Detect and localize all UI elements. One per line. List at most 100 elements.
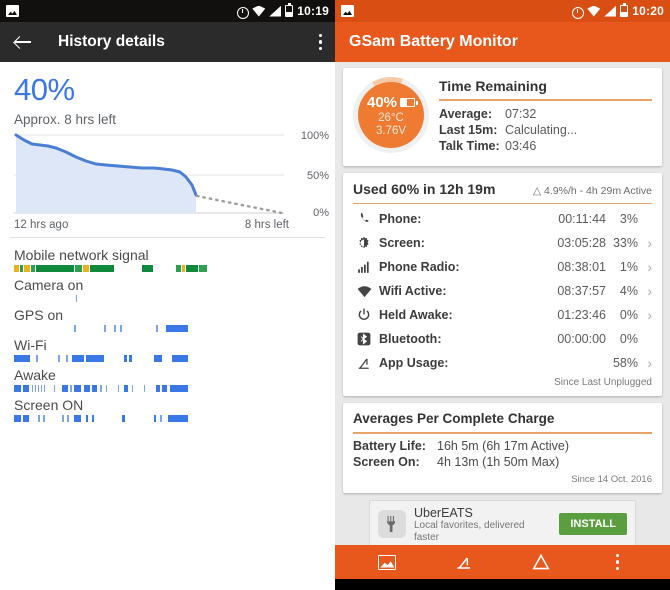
row-value: Calculating...	[505, 122, 578, 137]
divider	[353, 202, 652, 205]
timeline-label-gps-on: GPS on	[14, 307, 64, 323]
usage-row-phone[interactable]: Phone: 00:11:44 3%	[353, 207, 652, 231]
chevron-right-icon[interactable]: ›	[638, 259, 652, 275]
phone-icon	[353, 212, 375, 226]
timeline-label-camera-on: Camera on	[14, 277, 84, 293]
y-tick-100: 100%	[300, 130, 329, 142]
timeline-track-awake	[14, 385, 188, 392]
row-time: 08:37:57	[557, 284, 606, 299]
battery-history-chart: 100% 50% 0% 12 hrs ago 8 hrs left	[0, 130, 335, 231]
more-options-icon[interactable]	[319, 33, 323, 51]
more-options-icon[interactable]	[608, 553, 628, 571]
usage-row-bluetooth[interactable]: Bluetooth: 00:00:00 0%	[353, 327, 652, 351]
chevron-right-icon[interactable]: ›	[638, 283, 652, 299]
wifi-icon	[587, 5, 601, 17]
battery-monitor-body: 40% 26°C 3.76V Time Remaining Average: 0…	[335, 62, 670, 545]
brightness-icon	[353, 236, 375, 250]
chevron-right-icon[interactable]: ›	[638, 307, 652, 323]
usage-row-phone-radio[interactable]: Phone Radio: 08:38:01 1% ›	[353, 255, 652, 279]
battery-percent: 40%	[14, 72, 75, 107]
averages-row: Screen On: 4h 13m (1h 50m Max)	[353, 455, 652, 469]
time-remaining-details: Time Remaining Average: 07:32 Last 15m: …	[439, 77, 652, 155]
wifi-icon	[353, 285, 375, 298]
back-arrow-icon[interactable]	[12, 31, 34, 53]
usage-card: Used 60% in 12h 19m △ 4.9%/h - 4h 29m Ac…	[343, 172, 662, 397]
right-status-bar: 10:20	[335, 0, 670, 22]
page-title: History details	[58, 33, 165, 50]
row-key: Talk Time:	[439, 138, 500, 153]
row-percent: 3%	[619, 212, 638, 227]
row-name: Screen:	[379, 236, 425, 251]
status-system-icons: 10:19	[236, 3, 329, 19]
row-value: 07:32	[505, 106, 537, 121]
chart-icon	[353, 356, 375, 370]
divider	[353, 432, 652, 434]
timeline-track-camera-on	[14, 295, 186, 302]
row-key: Average:	[439, 106, 493, 121]
chart-y-axis: 100% 50% 0%	[293, 130, 329, 219]
right-navigation-bar	[335, 579, 670, 590]
ad-title: UberEATS	[414, 505, 473, 520]
row-name: Bluetooth:	[379, 332, 442, 347]
row-name: App Usage:	[379, 356, 449, 371]
battery-icon	[400, 97, 418, 107]
usage-row-app-usage[interactable]: App Usage: 58% ›	[353, 351, 652, 375]
delta-icon[interactable]	[531, 553, 551, 571]
timeline-track-screen-on	[14, 415, 188, 422]
status-clock: 10:20	[632, 4, 664, 18]
timeline-track-wifi	[14, 355, 188, 362]
dual-screenshot: 10:19 History details 40% Approx. 8 hrs …	[0, 0, 670, 590]
time-remaining-card[interactable]: 40% 26°C 3.76V Time Remaining Average: 0…	[343, 68, 662, 166]
timeline-track-mobile-signal	[14, 265, 207, 272]
battery-icon	[620, 3, 629, 17]
chevron-right-icon[interactable]: ›	[638, 355, 652, 371]
timeline-label-screen-on: Screen ON	[14, 397, 84, 413]
averages-footer: Since 14 Oct. 2016	[571, 473, 652, 485]
chevron-right-icon[interactable]: ›	[638, 235, 652, 251]
time-remaining-row: Talk Time: 03:46	[439, 139, 652, 153]
usage-row-held-awake[interactable]: Held Awake: 01:23:46 0% ›	[353, 303, 652, 327]
y-tick-0: 0%	[313, 207, 329, 219]
chart-icon[interactable]	[454, 553, 474, 571]
battery-icon	[285, 3, 294, 17]
row-key: Last 15m:	[439, 122, 498, 137]
row-value: 4h 13m (1h 50m Max)	[437, 454, 560, 469]
alarm-icon	[571, 5, 585, 19]
x-tick-end: 8 hrs left	[244, 219, 289, 231]
alarm-icon	[236, 5, 250, 19]
signal-icon	[269, 5, 282, 17]
row-percent: 1%	[619, 260, 638, 275]
screenshot-icon	[6, 5, 19, 17]
chart-x-axis: 12 hrs ago 8 hrs left	[14, 219, 289, 231]
row-name: Phone Radio:	[379, 260, 460, 275]
usage-row-screen[interactable]: Screen: 03:05:28 33% ›	[353, 231, 652, 255]
row-time: 01:23:46	[557, 308, 606, 323]
gauge-voltage: 3.76V	[375, 124, 407, 137]
row-key: Battery Life:	[353, 438, 426, 453]
fork-icon	[378, 510, 406, 539]
history-details-body: 40% Approx. 8 hrs left 100% 50% 0% 12 hr…	[0, 62, 335, 590]
gauge-percent: 40%	[366, 93, 398, 111]
usage-row-wifi-active[interactable]: Wifi Active: 08:37:57 4% ›	[353, 279, 652, 303]
timeline-label-wifi: Wi-Fi	[14, 337, 47, 353]
time-remaining-row: Average: 07:32	[439, 107, 652, 121]
left-phone-screen: 10:19 History details 40% Approx. 8 hrs …	[0, 0, 335, 590]
row-value: 16h 5m (6h 17m Active)	[437, 438, 570, 453]
ad-banner[interactable]: UberEATS Local favorites, delivered fast…	[369, 499, 636, 545]
battery-gauge: 40% 26°C 3.76V	[353, 77, 429, 153]
usage-delta: △ 4.9%/h - 4h 29m Active	[533, 184, 652, 197]
status-clock: 10:19	[297, 4, 329, 18]
battery-approx-text: Approx. 8 hrs left	[14, 112, 117, 127]
row-name: Wifi Active:	[379, 284, 447, 299]
image-icon[interactable]	[377, 553, 397, 571]
signal-icon	[604, 5, 617, 17]
wifi-icon	[252, 5, 266, 17]
install-button[interactable]: INSTALL	[559, 513, 627, 536]
row-percent: 58%	[612, 356, 638, 371]
row-name: Held Awake:	[379, 308, 453, 323]
gauge-temperature: 26°C	[378, 111, 404, 124]
usage-title: Used 60% in 12h 19m	[353, 180, 496, 197]
signal-bars-icon	[353, 260, 375, 274]
bottom-toolbar	[335, 545, 670, 579]
status-notifications	[341, 5, 571, 17]
